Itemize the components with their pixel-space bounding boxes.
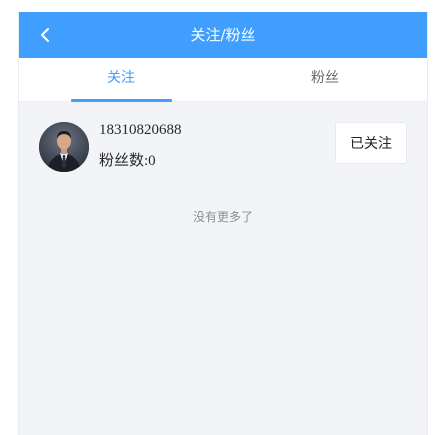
tab-fans[interactable]: 粉丝 <box>223 58 427 101</box>
header-bar: 关注/粉丝 <box>19 12 427 58</box>
tab-following-label: 关注 <box>107 70 135 86</box>
page-title: 关注/粉丝 <box>190 26 256 44</box>
avatar[interactable] <box>39 122 89 172</box>
tab-fans-label: 粉丝 <box>311 70 339 86</box>
user-name: 18310820688 <box>99 122 182 138</box>
no-more-text: 没有更多了 <box>192 210 253 224</box>
list-item[interactable]: 18310820688 粉丝数:0 已关注 <box>19 102 427 172</box>
app-container: 关注/粉丝 关注 粉丝 18310820688 粉丝数:0 已关注 没有更多了 <box>18 12 428 435</box>
tab-following[interactable]: 关注 <box>19 58 223 102</box>
followed-button[interactable]: 已关注 <box>335 122 407 164</box>
tab-bar: 关注 粉丝 <box>19 58 427 102</box>
user-avatar-photo <box>39 122 89 172</box>
fans-count: 粉丝数:0 <box>99 153 156 169</box>
